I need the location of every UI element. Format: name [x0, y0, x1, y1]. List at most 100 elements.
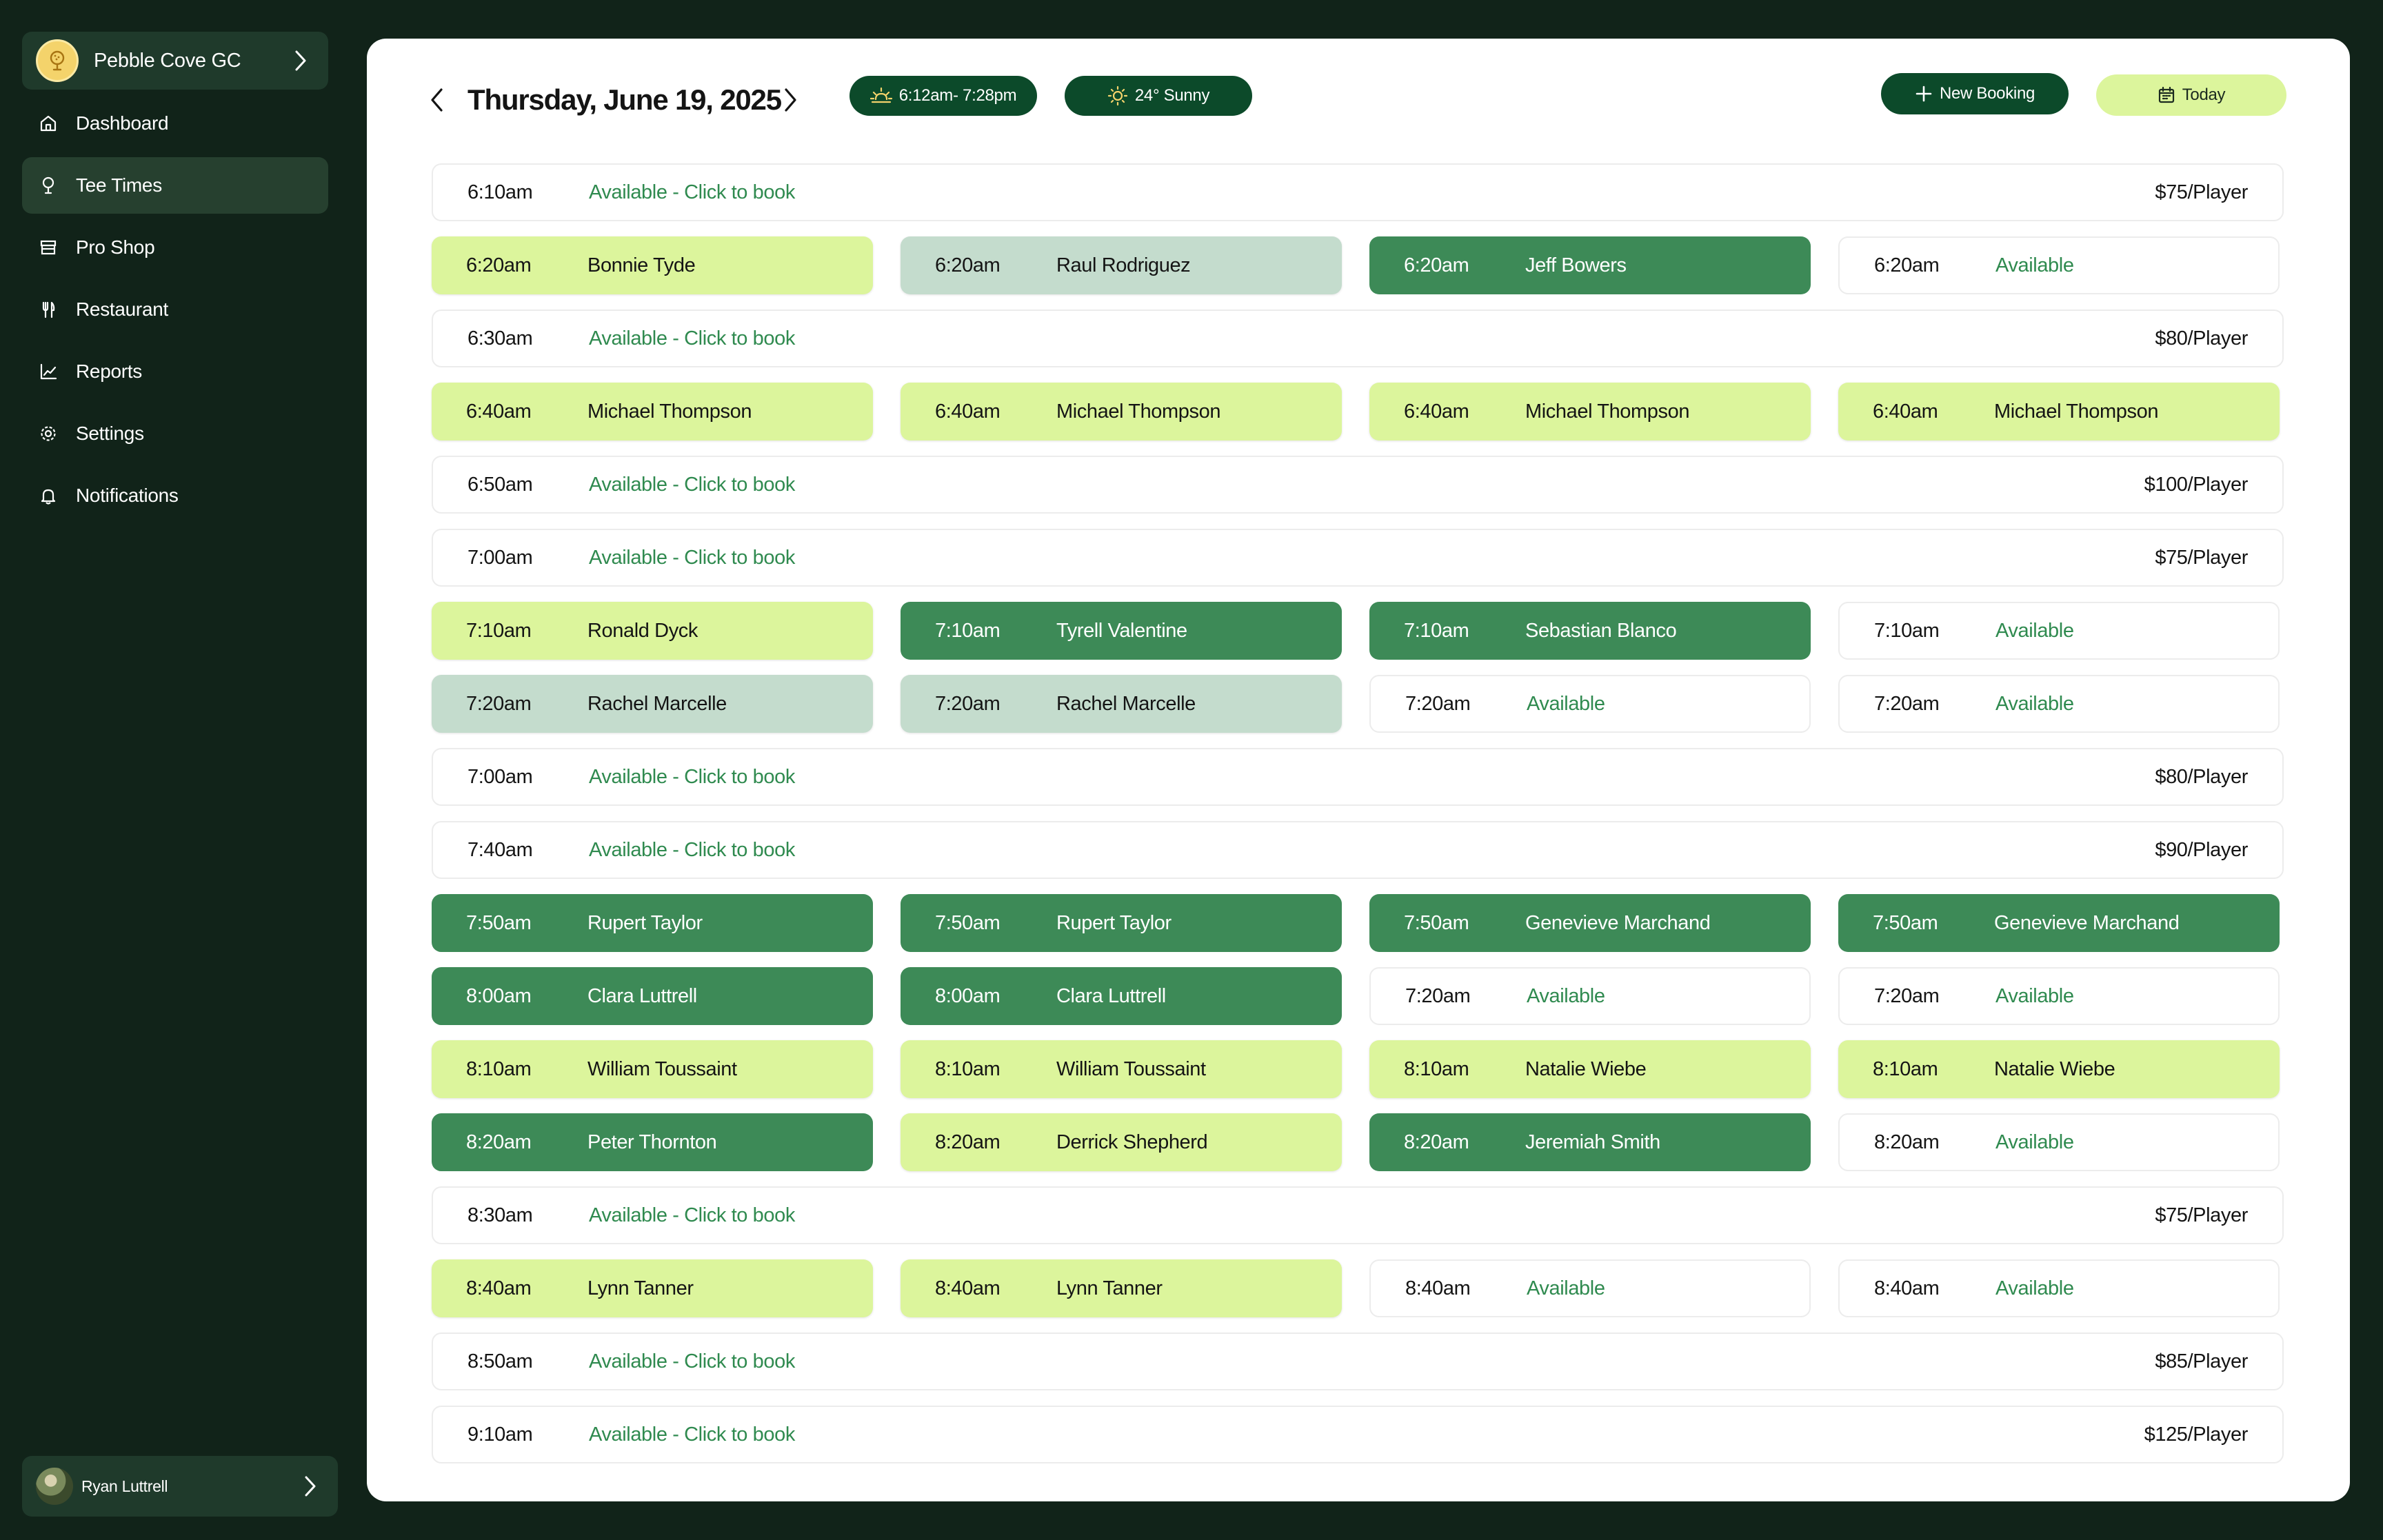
booked-slot[interactable]: 8:10am William Toussaint — [901, 1040, 1342, 1098]
new-booking-button[interactable]: New Booking — [1881, 73, 2069, 114]
tee-time-row: 7:50am Rupert Taylor 7:50am Rupert Taylor 7:… — [432, 894, 2284, 952]
player-name: Derrick Shepherd — [1056, 1131, 1208, 1153]
booked-slot[interactable]: 7:10am Sebastian Blanco — [1369, 602, 1811, 660]
booked-slot[interactable]: 7:20am Rachel Marcelle — [901, 675, 1342, 733]
booked-slot[interactable]: 6:20am Jeff Bowers — [1369, 236, 1811, 294]
open-tee-time[interactable]: 9:10am Available - Click to book $125/Play… — [432, 1406, 2284, 1463]
tee-time: 6:20am — [1874, 254, 1940, 276]
club-switcher[interactable]: Pebble Cove GC — [22, 32, 328, 90]
booked-slot[interactable]: 7:10am Ronald Dyck — [432, 602, 873, 660]
player-name: Rupert Taylor — [587, 911, 703, 934]
booked-slot[interactable]: 8:10am William Toussaint — [432, 1040, 873, 1098]
open-tee-time[interactable]: 8:50am Available - Click to book $85/Playe… — [432, 1333, 2284, 1390]
booked-slot[interactable]: 8:40am Lynn Tanner — [901, 1259, 1342, 1317]
player-name: Sebastian Blanco — [1525, 619, 1677, 642]
booked-slot[interactable]: 8:00am Clara Luttrell — [901, 967, 1342, 1025]
price-per-player: $75/Player — [2155, 546, 2248, 569]
sidebar-item-label: Reports — [76, 361, 142, 382]
open-tee-time[interactable]: 6:50am Available - Click to book $100/Play… — [432, 456, 2284, 514]
tee-sheet-header: Thursday, June 19, 2025 6:12am- 7:28pm 2… — [367, 39, 2350, 154]
booked-slot[interactable]: 7:50am Genevieve Marchand — [1838, 894, 2280, 952]
sidebar-item-notifications[interactable]: Notifications — [22, 467, 328, 524]
booked-slot[interactable]: 8:00am Clara Luttrell — [432, 967, 873, 1025]
availability-status: Available - Click to book — [589, 1204, 795, 1226]
booked-slot[interactable]: 7:50am Genevieve Marchand — [1369, 894, 1811, 952]
available-slot[interactable]: 7:20am Available — [1369, 675, 1811, 733]
sidebar-item-tee-times[interactable]: Tee Times — [22, 157, 328, 214]
open-tee-time[interactable]: 7:40am Available - Click to book $90/Playe… — [432, 821, 2284, 879]
sidebar-item-dashboard[interactable]: Dashboard — [22, 95, 328, 152]
available-slot[interactable]: 7:10am Available — [1838, 602, 2280, 660]
tee-time-row: 6:30am Available - Click to book $80/Playe… — [432, 310, 2284, 367]
sidebar-item-pro-shop[interactable]: Pro Shop — [22, 219, 328, 276]
availability-status: Available - Click to book — [589, 327, 795, 349]
player-name: Natalie Wiebe — [1994, 1057, 2115, 1080]
tee-time-row: 6:40am Michael Thompson 6:40am Michael Thom… — [432, 383, 2284, 440]
chevron-right-icon — [296, 1472, 324, 1500]
booked-slot[interactable]: 7:20am Rachel Marcelle — [432, 675, 873, 733]
sidebar-item-label: Settings — [76, 423, 144, 444]
tee-time: 8:20am — [935, 1131, 1001, 1153]
price-per-player: $125/Player — [2144, 1423, 2249, 1446]
calendar-icon — [2158, 86, 2175, 104]
open-tee-time[interactable]: 7:00am Available - Click to book $80/Playe… — [432, 748, 2284, 806]
booked-slot[interactable]: 6:40am Michael Thompson — [1838, 383, 2280, 440]
open-tee-time[interactable]: 6:10am Available - Click to book $75/Playe… — [432, 163, 2284, 221]
sidebar-item-restaurant[interactable]: Restaurant — [22, 281, 328, 338]
user-menu[interactable]: Ryan Luttrell — [22, 1456, 338, 1517]
booked-slot[interactable]: 8:40am Lynn Tanner — [432, 1259, 873, 1317]
tee-time-row: 6:50am Available - Click to book $100/Play… — [432, 456, 2284, 514]
tee-sheet-panel: Thursday, June 19, 2025 6:12am- 7:28pm 2… — [367, 39, 2350, 1501]
booked-slot[interactable]: 8:10am Natalie Wiebe — [1369, 1040, 1811, 1098]
availability-status: Available - Click to book — [589, 1423, 795, 1446]
sidebar-item-reports[interactable]: Reports — [22, 343, 328, 400]
available-slot[interactable]: 8:40am Available — [1838, 1259, 2280, 1317]
availability-status: Available - Click to book — [589, 765, 795, 788]
next-day-button[interactable] — [776, 81, 804, 119]
booked-slot[interactable]: 6:20am Raul Rodriguez — [901, 236, 1342, 294]
previous-day-button[interactable] — [423, 81, 451, 119]
player-name: Genevieve Marchand — [1525, 911, 1711, 934]
tee-time: 8:30am — [467, 1204, 533, 1226]
available-slot[interactable]: 7:20am Available — [1838, 967, 2280, 1025]
sun-icon — [1107, 85, 1128, 106]
booked-slot[interactable]: 6:40am Michael Thompson — [901, 383, 1342, 440]
available-slot[interactable]: 7:20am Available — [1369, 967, 1811, 1025]
golf-pin-icon — [37, 174, 59, 196]
tee-time: 6:40am — [1404, 400, 1469, 423]
player-name: William Toussaint — [587, 1057, 737, 1080]
open-tee-time[interactable]: 7:00am Available - Click to book $75/Playe… — [432, 529, 2284, 587]
tee-time: 7:20am — [1405, 692, 1471, 715]
chart-icon — [37, 361, 59, 383]
availability-status: Available — [1995, 692, 2074, 715]
booked-slot[interactable]: 8:20am Derrick Shepherd — [901, 1113, 1342, 1171]
booked-slot[interactable]: 7:50am Rupert Taylor — [432, 894, 873, 952]
available-slot[interactable]: 6:20am Available — [1838, 236, 2280, 294]
club-name: Pebble Cove GC — [94, 49, 241, 72]
booked-slot[interactable]: 7:10am Tyrell Valentine — [901, 602, 1342, 660]
open-tee-time[interactable]: 6:30am Available - Click to book $80/Playe… — [432, 310, 2284, 367]
booked-slot[interactable]: 6:20am Bonnie Tyde — [432, 236, 873, 294]
availability-status: Available — [1995, 984, 2074, 1007]
availability-status: Available — [1995, 619, 2074, 642]
booked-slot[interactable]: 8:10am Natalie Wiebe — [1838, 1040, 2280, 1098]
player-name: Genevieve Marchand — [1994, 911, 2180, 934]
tee-time-row: 8:10am William Toussaint 8:10am William Tou… — [432, 1040, 2284, 1098]
sidebar-item-label: Pro Shop — [76, 236, 155, 258]
booked-slot[interactable]: 6:40am Michael Thompson — [1369, 383, 1811, 440]
tee-time: 8:10am — [1404, 1057, 1469, 1080]
tee-time: 7:20am — [466, 692, 532, 715]
today-button[interactable]: Today — [2096, 74, 2286, 116]
booked-slot[interactable]: 8:20am Jeremiah Smith — [1369, 1113, 1811, 1171]
available-slot[interactable]: 8:20am Available — [1838, 1113, 2280, 1171]
available-slot[interactable]: 7:20am Available — [1838, 675, 2280, 733]
sidebar-item-settings[interactable]: Settings — [22, 405, 328, 462]
booked-slot[interactable]: 8:20am Peter Thornton — [432, 1113, 873, 1171]
available-slot[interactable]: 8:40am Available — [1369, 1259, 1811, 1317]
golf-ball-logo-icon — [36, 39, 79, 82]
booked-slot[interactable]: 6:40am Michael Thompson — [432, 383, 873, 440]
open-tee-time[interactable]: 8:30am Available - Click to book $75/Playe… — [432, 1186, 2284, 1244]
sunrise-icon — [869, 87, 892, 105]
plus-icon — [1915, 85, 1933, 103]
booked-slot[interactable]: 7:50am Rupert Taylor — [901, 894, 1342, 952]
